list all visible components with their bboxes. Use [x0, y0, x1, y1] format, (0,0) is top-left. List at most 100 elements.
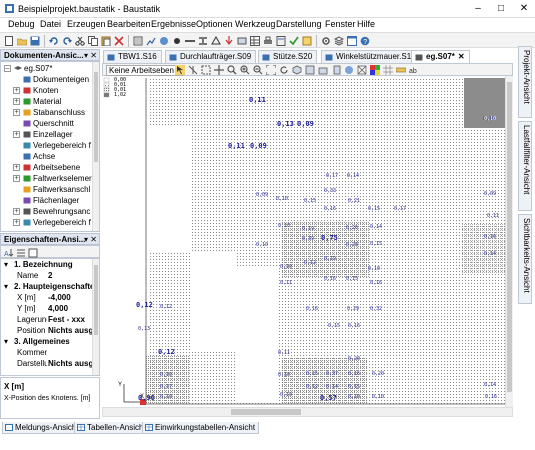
tree-expand-icon[interactable]: +	[13, 131, 20, 138]
doc-tab[interactable]: Durchlaufträger.S09	[165, 50, 257, 63]
tree-expand-icon[interactable]: +	[13, 219, 20, 226]
tree-expand-icon[interactable]: +	[13, 87, 20, 94]
canvas-hscroll-thumb[interactable]	[231, 409, 301, 415]
doc-tab[interactable]: Stütze.S20	[258, 50, 318, 63]
prop-section[interactable]: ▾ 1. Bezeichnung	[1, 259, 93, 270]
view-top-icon[interactable]	[305, 65, 315, 75]
menu-datei[interactable]: Datei	[37, 19, 64, 29]
cut-icon[interactable]	[75, 36, 85, 46]
prop-row[interactable]: PositionNichts ausgewä	[1, 325, 93, 336]
grid-icon[interactable]	[383, 65, 393, 75]
prop-value[interactable]: 4,000	[48, 303, 93, 314]
tree-expand-icon[interactable]: +	[13, 98, 20, 105]
section-icon[interactable]	[198, 36, 208, 46]
result-icon[interactable]	[302, 36, 312, 46]
window-icon[interactable]	[347, 36, 357, 46]
sort-alpha-icon[interactable]: A	[4, 248, 14, 258]
doc-panel-pin-close[interactable]: ▾ ✕	[84, 50, 97, 61]
menu-ergebnisse[interactable]: Ergebnisse	[148, 19, 199, 29]
view-front-icon[interactable]	[318, 65, 328, 75]
pan-icon[interactable]	[214, 65, 224, 75]
tree-collapse-icon[interactable]: –	[4, 65, 11, 72]
wireframe-icon[interactable]	[357, 65, 367, 75]
menu-bearbeiten[interactable]: Bearbeiten	[104, 19, 154, 29]
prop-value[interactable]: 2	[48, 270, 93, 281]
prop-value[interactable]: Nichts ausgewä	[48, 325, 93, 336]
tree-expand-icon[interactable]: +	[13, 164, 20, 171]
doc-scrollbar[interactable]	[92, 62, 99, 231]
tab-close-icon[interactable]: ✕	[458, 52, 465, 61]
zoom-out-icon[interactable]	[253, 65, 263, 75]
help-icon[interactable]: ?	[360, 36, 370, 46]
minimize-button[interactable]: –	[470, 2, 486, 15]
canvas-hscrollbar[interactable]	[102, 407, 513, 417]
prop-row[interactable]: Name 2	[1, 270, 93, 281]
table-icon[interactable]	[250, 36, 260, 46]
layers-icon[interactable]	[334, 36, 344, 46]
menu-hilfe[interactable]: Hilfe	[354, 19, 378, 29]
prop-value[interactable]: Fest - xxx	[48, 314, 93, 325]
bottom-tab-tabellen[interactable]: Tabellen-Ansicht	[74, 422, 150, 434]
redo-icon[interactable]	[62, 36, 72, 46]
paste-icon[interactable]	[101, 36, 111, 46]
settings-icon[interactable]	[321, 36, 331, 46]
side-tab-projekt[interactable]: Projekt-Ansicht	[518, 46, 532, 118]
prop-row[interactable]: LagerungFest - xxx	[1, 314, 93, 325]
menu-erzeugen[interactable]: Erzeugen	[64, 19, 109, 29]
section-collapse-icon[interactable]: ▾	[4, 281, 8, 292]
menu-debug[interactable]: Debug	[5, 19, 38, 29]
new-file-icon[interactable]	[4, 36, 14, 46]
beam-icon[interactable]	[185, 36, 195, 46]
prop-value[interactable]: -4,000	[48, 292, 93, 303]
side-tab-sichtbarkeit[interactable]: Sichtbarkeits-Ansicht	[518, 214, 532, 304]
property-page-icon[interactable]	[28, 248, 38, 258]
delete-icon[interactable]	[114, 36, 124, 46]
fit-view-icon[interactable]	[201, 65, 211, 75]
doc-tab[interactable]: TBW1.S16	[103, 50, 162, 63]
prop-value[interactable]: Nichts ausgewä	[48, 358, 93, 369]
bottom-tab-meldungen[interactable]: Meldungs-Ansicht	[2, 422, 83, 434]
prop-row[interactable]: X [m] -4,000	[1, 292, 93, 303]
save-icon[interactable]	[30, 36, 40, 46]
canvas-vscrollbar[interactable]	[505, 76, 513, 407]
select-arrow-icon[interactable]	[175, 65, 185, 75]
snap-icon[interactable]	[188, 65, 198, 75]
prop-section[interactable]: ▾ 2. Haupteigenschaften	[1, 281, 99, 292]
check-icon[interactable]	[289, 36, 299, 46]
color-icon[interactable]	[370, 65, 380, 75]
doc-tab[interactable]: eg.S07* ✕	[411, 50, 470, 63]
support-icon[interactable]	[211, 36, 221, 46]
canvas-vscroll-thumb[interactable]	[507, 82, 512, 392]
side-tab-lastfallfilter[interactable]: Lastfallfilter-Ansicht	[518, 121, 532, 211]
prop-panel-pin-close[interactable]: ▾ ✕	[84, 234, 97, 245]
prop-scrollbar[interactable]	[92, 259, 99, 375]
tree-expand-icon[interactable]: +	[13, 175, 20, 182]
tree-expand-icon[interactable]: +	[13, 208, 20, 215]
sort-category-icon[interactable]	[16, 248, 26, 258]
doc-tab[interactable]: Winkelstützmauer.S15	[321, 50, 421, 63]
menu-werkzeug[interactable]: Werkzeug	[232, 19, 278, 29]
render-icon[interactable]	[344, 65, 354, 75]
graph-icon[interactable]	[146, 36, 156, 46]
rotate-icon[interactable]	[279, 65, 289, 75]
menu-darstellung[interactable]: Darstellung	[273, 19, 325, 29]
view-3d-icon[interactable]	[292, 65, 302, 75]
section-collapse-icon[interactable]: ▾	[4, 259, 8, 270]
section-collapse-icon[interactable]: ▾	[4, 336, 8, 347]
label-icon[interactable]: ab	[409, 65, 419, 75]
undo-icon[interactable]	[49, 36, 59, 46]
area-icon[interactable]	[237, 36, 247, 46]
sphere-icon[interactable]	[159, 36, 169, 46]
prop-row[interactable]: Kommen	[1, 347, 93, 358]
zoom-extents-icon[interactable]	[266, 65, 276, 75]
maximize-button[interactable]: □	[493, 2, 509, 15]
open-folder-icon[interactable]	[17, 36, 27, 46]
prop-row[interactable]: Y [m] 4,000	[1, 303, 93, 314]
copy-icon[interactable]	[88, 36, 98, 46]
prop-section[interactable]: ▾ 3. Allgemeines	[1, 336, 93, 347]
print-icon[interactable]	[263, 36, 273, 46]
node-icon[interactable]	[172, 36, 182, 46]
doc-scroll-thumb[interactable]	[94, 72, 98, 162]
tree-expand-icon[interactable]: +	[13, 109, 20, 116]
zoom-region-icon[interactable]	[227, 65, 237, 75]
